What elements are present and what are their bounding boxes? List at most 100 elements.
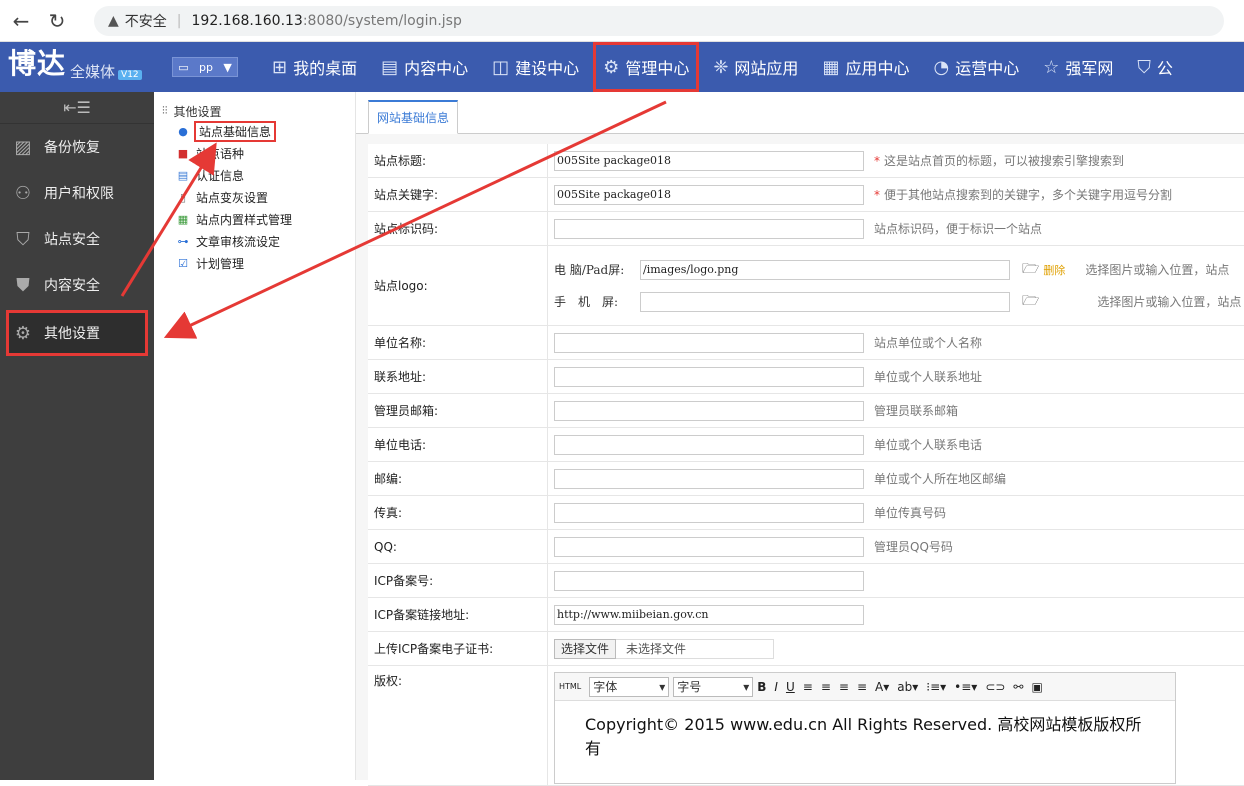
field-input[interactable]: 005Site package018 xyxy=(554,150,864,171)
field-input[interactable] xyxy=(554,366,864,387)
link-icon[interactable]: ⊂⊃ xyxy=(985,680,1005,694)
field-input[interactable] xyxy=(554,218,864,239)
field-label: 邮编: xyxy=(368,462,548,495)
user-icon: ⚇ xyxy=(14,182,32,204)
reload-icon[interactable]: ↻ xyxy=(42,6,72,36)
field-hint-text: 管理员QQ号码 xyxy=(874,540,953,554)
top-nav-item[interactable]: ⊞ 我的桌面 xyxy=(262,42,367,92)
tree-item-label: 站点内置样式管理 xyxy=(196,212,293,227)
tree-item-label: 站点基础信息 xyxy=(193,120,277,142)
align-justify-icon[interactable]: ≡ xyxy=(857,680,867,694)
tree-root[interactable]: ⫶⫶ 其他设置 xyxy=(154,102,355,120)
html-source-button[interactable]: HTML xyxy=(559,682,581,691)
tree-item[interactable]: ▤ 认证信息 xyxy=(154,164,355,186)
mobile-logo-label: 手 机 屏: xyxy=(554,295,619,309)
globe-icon: ● xyxy=(178,124,188,138)
align-left-icon[interactable]: ≡ xyxy=(803,680,813,694)
field-hint: 单位或个人所在地区邮编 xyxy=(874,470,1006,487)
grid-icon: ⊞ xyxy=(272,56,288,78)
field-hint: 单位或个人联系电话 xyxy=(874,436,982,453)
mobile-logo-hint: 选择图片或输入位置，站点 xyxy=(1097,295,1242,309)
top-nav-label: 公 xyxy=(1156,59,1173,78)
collapse-menu-icon[interactable]: ⇤☰ xyxy=(0,92,154,124)
align-right-icon[interactable]: ≡ xyxy=(821,680,831,694)
sidebar-item[interactable]: ⚙ 其他设置 xyxy=(6,310,148,356)
folder-open-icon[interactable]: 🗁 xyxy=(1022,290,1039,314)
table-icon: ▦ xyxy=(177,212,189,226)
unordered-list-icon[interactable]: •≡▾ xyxy=(954,680,977,694)
field-input[interactable] xyxy=(554,332,864,353)
unlink-icon[interactable]: ⚯ xyxy=(1013,680,1023,694)
top-nav-label: 管理中心 xyxy=(625,59,690,78)
sidebar-item[interactable]: ▨ 备份恢复 xyxy=(0,124,154,170)
choose-file-button[interactable]: 选择文件 xyxy=(554,638,617,659)
field-label: 站点标题: xyxy=(368,144,548,177)
field-input[interactable] xyxy=(554,400,864,421)
caret-down-icon: ▼ xyxy=(223,60,232,74)
field-label: 传真: xyxy=(368,496,548,529)
field-input[interactable] xyxy=(554,570,864,591)
sidebar-item[interactable]: ⛊ 内容安全 xyxy=(0,262,154,308)
sidebar-item[interactable]: ⚇ 用户和权限 xyxy=(0,170,154,216)
tree-item[interactable]: ▦ 站点内置样式管理 xyxy=(154,208,355,230)
sidebar-item-label: 备份恢复 xyxy=(44,140,100,156)
tree-item[interactable]: ■ 站点语种 xyxy=(154,142,355,164)
font-select[interactable]: 字体 ▾ xyxy=(589,676,670,697)
tab-site-basic-info[interactable]: 网站基础信息 xyxy=(368,100,459,134)
tree-item-label: 认证信息 xyxy=(196,168,245,183)
font-color-icon[interactable]: A▾ xyxy=(875,680,889,694)
folder-open-icon[interactable]: 🗁 xyxy=(1022,258,1039,282)
top-nav-item[interactable]: ▦ 应用中心 xyxy=(812,42,919,92)
mobile-logo-input[interactable] xyxy=(640,291,1010,312)
align-center-icon[interactable]: ≡ xyxy=(839,680,849,694)
field-label: 单位电话: xyxy=(368,428,548,461)
arrow-left-icon[interactable]: ← xyxy=(6,6,36,36)
upload-row: 上传ICP备案电子证书: 选择文件 未选择文件 xyxy=(368,632,1244,666)
italic-icon[interactable]: I xyxy=(774,680,778,694)
image-icon[interactable]: ▣ xyxy=(1031,680,1042,694)
top-nav-item[interactable]: ⚙ 管理中心 xyxy=(593,42,700,92)
layout-icon: ◫ xyxy=(492,56,510,78)
tree-item[interactable]: ▯ 站点变灰设置 xyxy=(154,186,355,208)
top-nav-item[interactable]: ◫ 建设中心 xyxy=(482,42,589,92)
tree-item[interactable]: ☑ 计划管理 xyxy=(154,252,355,274)
address-bar[interactable]: ▲ 不安全 | 192.168.160.13 :8080/system/logi… xyxy=(94,5,1224,36)
delete-logo-link[interactable]: 删除 xyxy=(1043,262,1065,278)
form-row: 联系地址: 单位或个人联系地址 xyxy=(368,360,1244,394)
size-select[interactable]: 字号 ▾ xyxy=(673,676,754,697)
bold-icon[interactable]: B xyxy=(757,680,766,694)
top-nav-item[interactable]: ❈ 网站应用 xyxy=(703,42,808,92)
field-input[interactable] xyxy=(554,502,864,523)
field-input[interactable]: http://www.miibeian.gov.cn xyxy=(554,604,864,625)
field-hint: 单位传真号码 xyxy=(874,504,946,521)
blocks-icon: ▦ xyxy=(822,56,840,78)
top-nav-label: 强军网 xyxy=(1065,59,1114,78)
underline-icon[interactable]: U xyxy=(786,680,795,694)
field-input[interactable] xyxy=(554,468,864,489)
tree-item[interactable]: ⊶ 文章审核流设定 xyxy=(154,230,355,252)
tree-item[interactable]: ● 站点基础信息 xyxy=(154,120,355,142)
gear-icon: ⚙ xyxy=(603,56,620,78)
top-nav-item[interactable]: ☆ 强军网 xyxy=(1033,42,1123,92)
top-nav-item[interactable]: ◔ 运营中心 xyxy=(923,42,1029,92)
copyright-editor[interactable]: HTML 字体 ▾ 字号 ▾ B I U ≡ ≡ ≡ ≡ A▾ ab▾ ⁝≡▾ •≡… xyxy=(554,672,1176,784)
field-label: QQ: xyxy=(368,530,548,563)
pc-logo-input[interactable]: /images/logo.png xyxy=(640,259,1010,280)
site-select[interactable]: ▭ pp ▼ xyxy=(172,57,238,77)
editor-content[interactable]: Copyright© 2015 www.edu.cn All Rights Re… xyxy=(555,701,1175,769)
field-input[interactable]: 005Site package018 xyxy=(554,184,864,205)
tree-item-label: 站点语种 xyxy=(196,146,245,161)
field-input[interactable] xyxy=(554,536,864,557)
required-marker: * xyxy=(874,154,880,168)
sidebar-item[interactable]: ⛉ 站点安全 xyxy=(0,216,154,262)
highlight-icon[interactable]: ab▾ xyxy=(897,680,918,694)
checklist-icon: ☑ xyxy=(178,256,188,270)
top-nav-item[interactable]: ▤ 内容中心 xyxy=(371,42,478,92)
backup-icon: ▨ xyxy=(14,136,32,158)
field-label: 站点关键字: xyxy=(368,178,548,211)
field-input[interactable] xyxy=(554,434,864,455)
flow-icon: ⊶ xyxy=(177,234,189,248)
ordered-list-icon[interactable]: ⁝≡▾ xyxy=(926,680,946,694)
top-nav-item[interactable]: ⛉ 公 xyxy=(1127,42,1183,92)
pc-logo-label: 电 脑/Pad屏: xyxy=(554,263,625,277)
